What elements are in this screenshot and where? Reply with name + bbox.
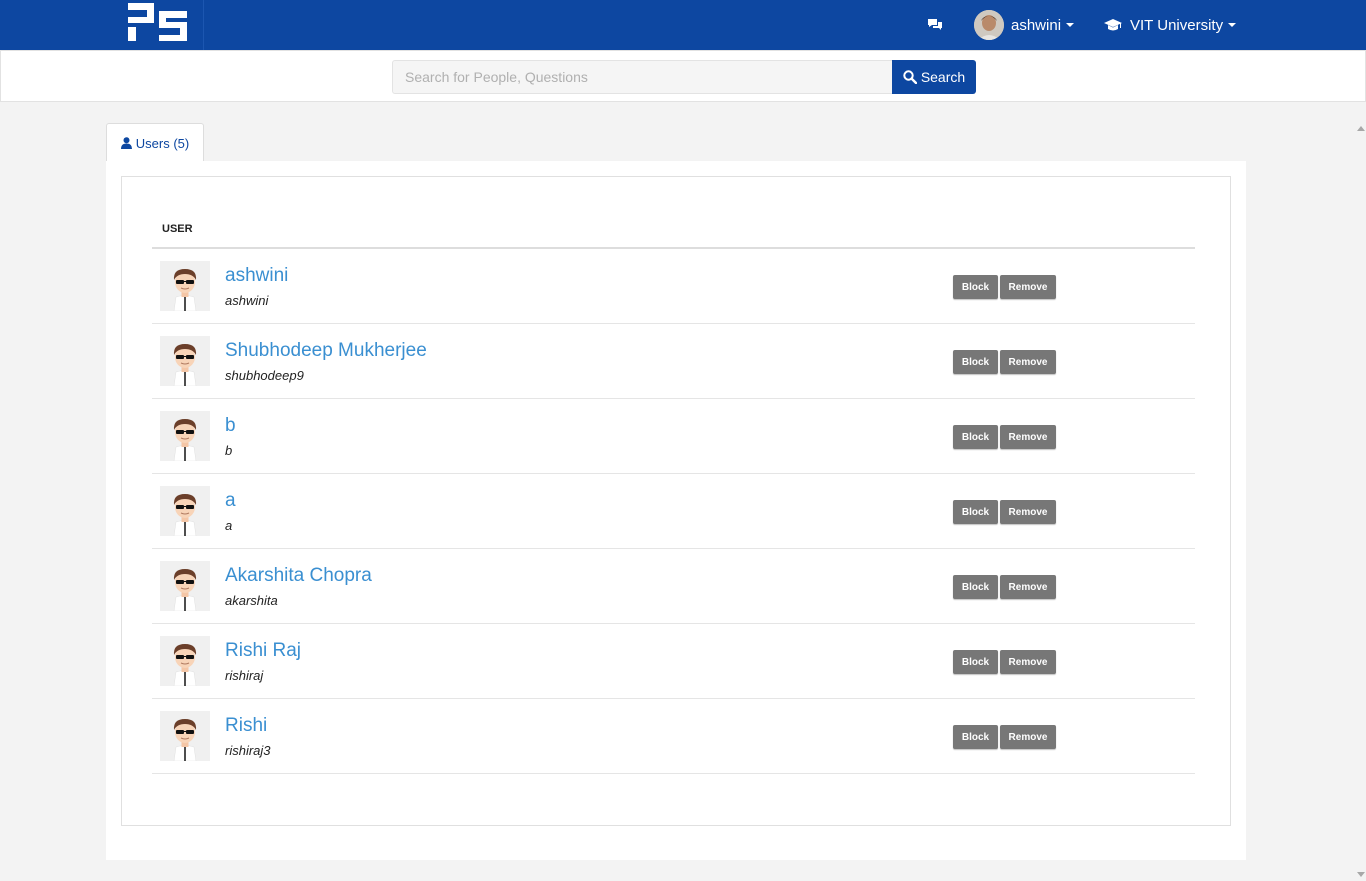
remove-button[interactable]: Remove xyxy=(1000,350,1056,374)
brand-logo[interactable] xyxy=(112,0,204,50)
remove-button[interactable]: Remove xyxy=(1000,725,1056,749)
username-label: b xyxy=(225,443,233,458)
block-button[interactable]: Block xyxy=(953,350,998,374)
table-row: b b Block Remove xyxy=(152,399,1195,474)
scroll-down-icon[interactable] xyxy=(1357,872,1365,877)
remove-button[interactable]: Remove xyxy=(1000,500,1056,524)
table-row: Rishi Raj rishiraj Block Remove xyxy=(152,624,1195,699)
tab-label: Users (5) xyxy=(135,135,190,151)
search-button-label: Search xyxy=(920,69,966,85)
user-name: ashwini xyxy=(1011,16,1062,34)
messages-nav[interactable] xyxy=(927,0,943,50)
table-row: ashwini ashwini Block Remove xyxy=(152,249,1195,324)
search-button[interactable]: Search xyxy=(892,60,976,94)
username-label: akarshita xyxy=(225,593,278,608)
user-name-link[interactable]: Rishi xyxy=(225,715,267,737)
search-icon xyxy=(903,70,917,84)
user-avatar[interactable] xyxy=(160,261,210,312)
block-button[interactable]: Block xyxy=(953,500,998,524)
user-avatar[interactable] xyxy=(160,336,210,387)
top-navbar: ashwini VIT University xyxy=(0,0,1366,50)
user-avatar[interactable] xyxy=(160,486,210,537)
page-scrollbar[interactable] xyxy=(1354,120,1366,881)
username-label: ashwini xyxy=(225,293,269,308)
user-name-link[interactable]: a xyxy=(225,490,236,512)
users-panel: USER ashwini ashwini Block Remove Shubhodeep… xyxy=(106,161,1246,860)
user-name-link[interactable]: Rishi Raj xyxy=(225,640,301,662)
remove-button[interactable]: Remove xyxy=(1000,650,1056,674)
block-button[interactable]: Block xyxy=(953,275,998,299)
search-bar: Search xyxy=(0,50,1366,102)
graduation-cap-icon xyxy=(1104,19,1122,31)
user-name-link[interactable]: Akarshita Chopra xyxy=(225,565,372,587)
user-name-link[interactable]: ashwini xyxy=(225,265,288,287)
users-table-container: USER ashwini ashwini Block Remove Shubhodeep… xyxy=(121,176,1231,826)
remove-button[interactable]: Remove xyxy=(1000,575,1056,599)
table-row: Shubhodeep Mukherjee shubhodeep9 Block Remo… xyxy=(152,324,1195,399)
username-label: shubhodeep9 xyxy=(225,368,304,383)
tab-users[interactable]: Users (5) xyxy=(106,123,204,162)
comments-icon xyxy=(928,19,942,30)
university-name: VIT University xyxy=(1130,16,1224,34)
user-name-link[interactable]: Shubhodeep Mukherjee xyxy=(225,340,427,362)
block-button[interactable]: Block xyxy=(953,650,998,674)
username-label: rishiraj xyxy=(225,668,264,683)
username-label: a xyxy=(225,518,233,533)
caret-down-icon xyxy=(1228,23,1237,27)
block-button[interactable]: Block xyxy=(953,425,998,449)
user-avatar[interactable] xyxy=(160,561,210,612)
table-header-user: USER xyxy=(152,213,1195,249)
username-label: rishiraj3 xyxy=(225,743,271,758)
block-button[interactable]: Block xyxy=(953,725,998,749)
remove-button[interactable]: Remove xyxy=(1000,275,1056,299)
user-avatar[interactable] xyxy=(160,711,210,762)
caret-down-icon xyxy=(1066,23,1075,27)
user-name-link[interactable]: b xyxy=(225,415,236,437)
brand-logo-icon xyxy=(128,3,187,41)
remove-button[interactable]: Remove xyxy=(1000,425,1056,449)
search-input[interactable] xyxy=(392,60,893,94)
avatar xyxy=(974,10,1004,40)
user-avatar[interactable] xyxy=(160,411,210,462)
block-button[interactable]: Block xyxy=(953,575,998,599)
user-icon xyxy=(120,137,132,149)
user-avatar[interactable] xyxy=(160,636,210,687)
table-row: a a Block Remove xyxy=(152,474,1195,549)
user-menu[interactable]: ashwini xyxy=(974,0,1075,50)
table-row: Rishi rishiraj3 Block Remove xyxy=(152,699,1195,774)
university-menu[interactable]: VIT University xyxy=(1103,0,1237,50)
table-row: Akarshita Chopra akarshita Block Remove xyxy=(152,549,1195,624)
scroll-up-icon[interactable] xyxy=(1357,126,1365,131)
